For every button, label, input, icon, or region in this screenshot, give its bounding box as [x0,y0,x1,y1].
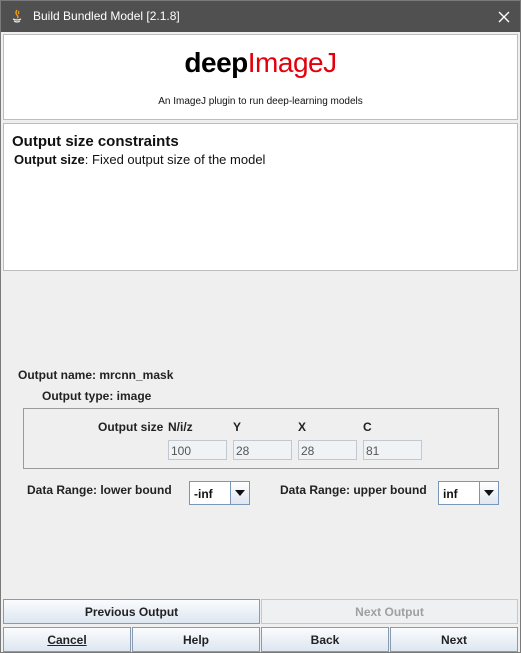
column-header-c: C [363,420,372,434]
help-button[interactable]: Help [132,627,260,652]
deepimagej-logo: deepImageJ [184,47,337,78]
previous-output-button[interactable]: Previous Output [3,599,260,624]
output-name-label: Output name: mrcnn_mask [18,368,174,382]
window-title: Build Bundled Model [2.1.8] [33,9,180,23]
chevron-down-icon[interactable] [479,482,498,504]
size-field-c: 81 [363,440,422,460]
size-field-y: 28 [233,440,292,460]
column-header-n: N/i/z [168,420,193,434]
column-header-y: Y [233,420,242,434]
upper-bound-select[interactable]: inf [438,481,499,505]
tagline: An ImageJ plugin to run deep-learning mo… [158,96,363,107]
chevron-down-icon[interactable] [230,482,249,504]
next-button[interactable]: Next [390,627,518,652]
back-button[interactable]: Back [261,627,389,652]
cancel-button[interactable]: Cancel [3,627,131,652]
upper-bound-label: Data Range: upper bound [280,483,427,497]
column-header-x: X [298,420,307,434]
info-description: Output size: Fixed output size of the mo… [14,152,266,167]
next-output-button[interactable]: Next Output [261,599,518,624]
header-panel: deepImageJ An ImageJ plugin to run deep-… [3,34,518,120]
info-heading: Output size constraints [12,133,179,150]
title-bar[interactable]: Build Bundled Model [2.1.8] [1,1,520,32]
java-icon [9,8,25,24]
size-field-n: 100 [168,440,227,460]
close-icon[interactable] [487,1,520,32]
build-bundled-model-window: Build Bundled Model [2.1.8] deepImageJ A… [0,0,521,653]
info-panel: Output size constraints Output size: Fix… [3,123,518,271]
lower-bound-label: Data Range: lower bound [27,483,172,497]
output-type-label: Output type: image [42,389,152,403]
output-size-label: Output size [98,420,164,434]
size-field-x: 28 [298,440,357,460]
lower-bound-select[interactable]: -inf [189,481,250,505]
